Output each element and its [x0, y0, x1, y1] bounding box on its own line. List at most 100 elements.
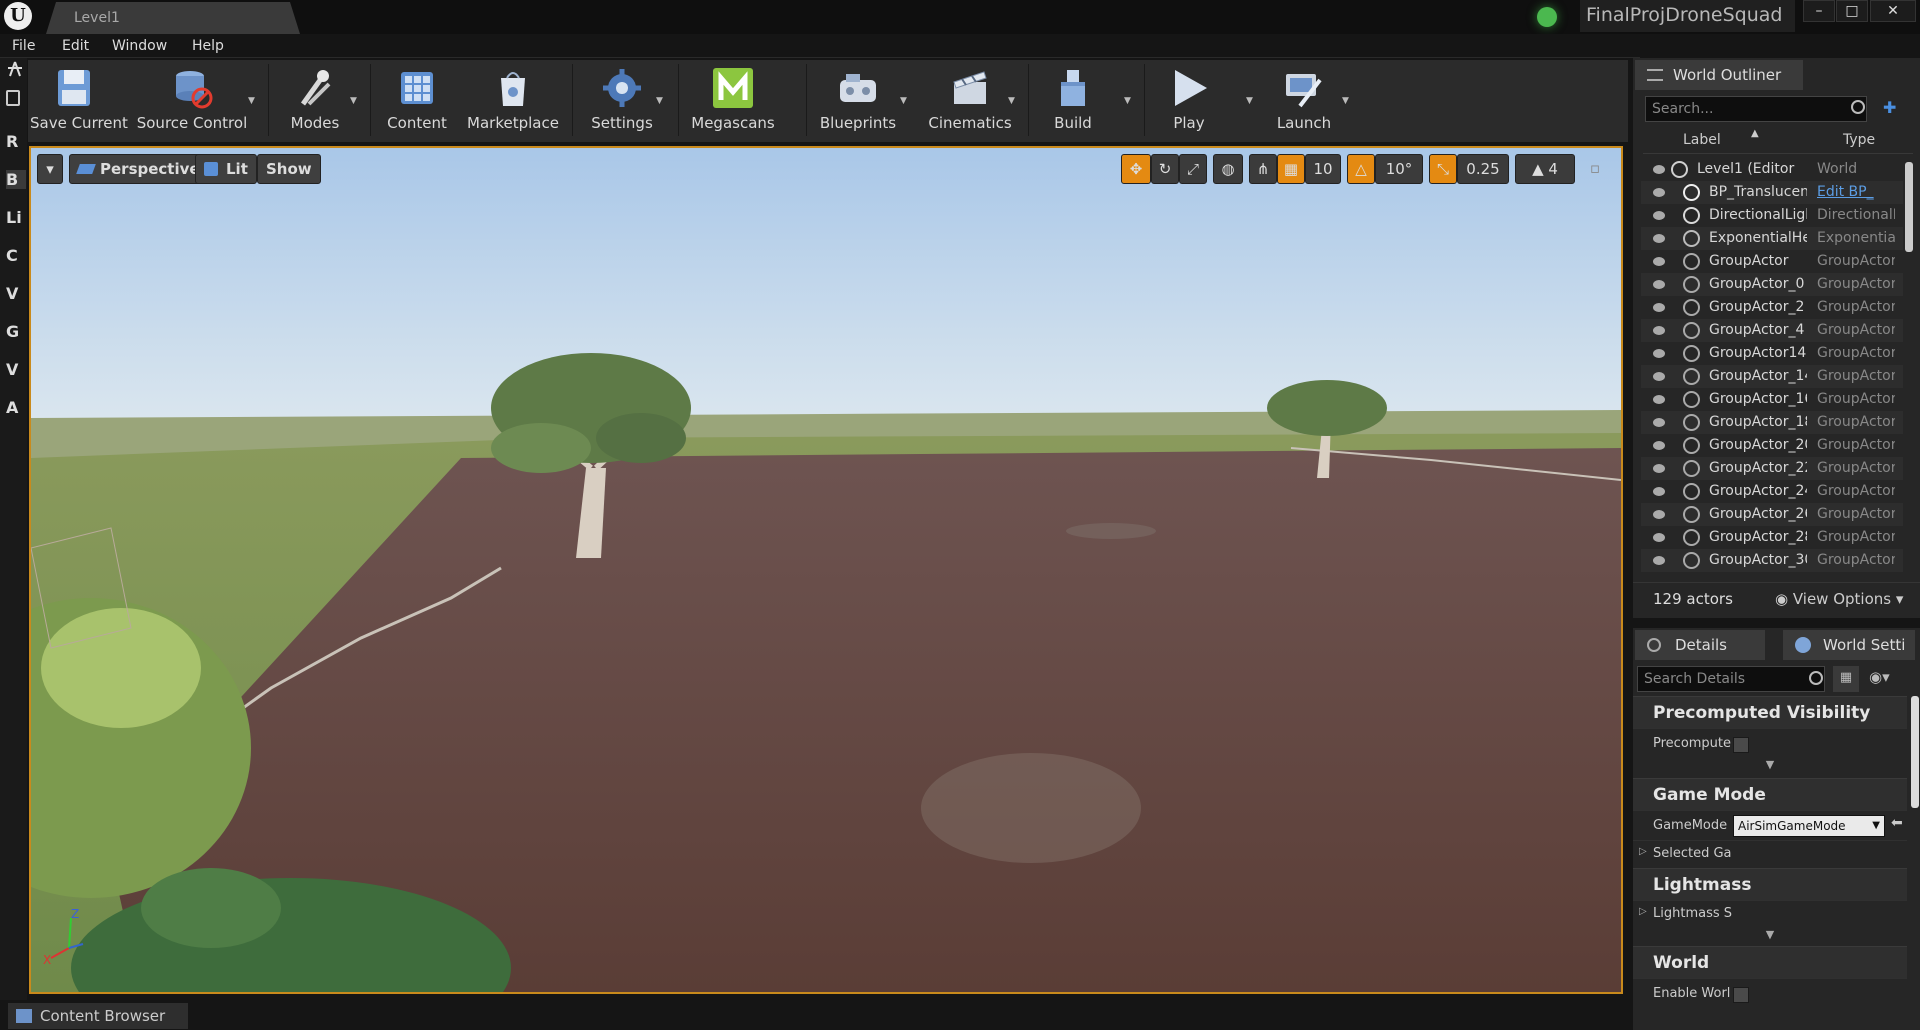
section-precomputed-visibility[interactable]: Precomputed Visibility [1633, 696, 1907, 728]
source-control-status-icon[interactable] [1537, 7, 1557, 27]
gamemode-dropdown[interactable]: AirSimGameMode ▼ [1733, 815, 1885, 837]
precompute-checkbox[interactable] [1733, 737, 1749, 753]
visibility-eye-icon[interactable] [1653, 303, 1665, 312]
scale-tool-icon[interactable]: ⤢ [1179, 154, 1207, 184]
type-column-header[interactable]: Type [1843, 132, 1875, 148]
visibility-eye-icon[interactable] [1653, 556, 1665, 565]
label-column-header[interactable]: Label [1683, 132, 1721, 148]
level-viewport[interactable]: Z X ▾ Perspective Lit Show ✥ ↻ ⤢ ◍ ⋔ ▦ 1… [29, 146, 1623, 994]
outliner-row[interactable]: GroupActor_28 GroupActor [1641, 526, 1903, 549]
outliner-row[interactable]: Level1 (Editor) World [1641, 158, 1903, 181]
settings-dropdown-icon[interactable]: ▼ [656, 96, 663, 106]
build-dropdown-icon[interactable]: ▼ [1124, 96, 1131, 106]
menu-help[interactable]: Help [192, 34, 224, 58]
outliner-row[interactable]: GroupActor_30 GroupActor [1641, 549, 1903, 572]
mode-tab-all-classes[interactable]: A [6, 398, 26, 417]
level-tab[interactable]: Level1 [46, 2, 300, 34]
scale-snap-icon[interactable]: ⤡ [1429, 154, 1457, 184]
modes-button[interactable]: Modes [278, 60, 352, 142]
section-world[interactable]: World [1633, 946, 1907, 978]
view-options-button[interactable]: ◉ View Options ▾ [1775, 590, 1903, 608]
visibility-eye-icon[interactable] [1653, 234, 1665, 243]
visibility-eye-icon[interactable] [1653, 510, 1665, 519]
visibility-eye-icon[interactable] [1653, 395, 1665, 404]
outliner-row[interactable]: GroupActor_20 GroupActor [1641, 434, 1903, 457]
menu-window[interactable]: Window [112, 34, 167, 58]
visibility-eye-icon[interactable] [1653, 487, 1665, 496]
rotation-snap-value[interactable]: 10° [1375, 154, 1423, 184]
outliner-row[interactable]: DirectionalLight DirectionalLight [1641, 204, 1903, 227]
blueprints-dropdown-icon[interactable]: ▼ [900, 96, 907, 106]
modes-dropdown-icon[interactable]: ▼ [350, 96, 357, 106]
outliner-row[interactable]: GroupActor_4 GroupActor [1641, 319, 1903, 342]
minimize-button[interactable]: – [1803, 0, 1835, 22]
lit-button[interactable]: Lit [195, 154, 257, 184]
browse-arrow-icon[interactable]: ⬅ [1891, 815, 1903, 831]
play-button[interactable]: Play [1154, 60, 1224, 142]
outliner-search-input[interactable]: Search... [1645, 96, 1867, 122]
visibility-eye-icon[interactable] [1653, 464, 1665, 473]
visibility-eye-icon[interactable] [1653, 349, 1665, 358]
outliner-row[interactable]: GroupActor14 GroupActor [1641, 342, 1903, 365]
section-game-mode[interactable]: Game Mode [1633, 778, 1907, 810]
visibility-eye-icon[interactable] [1653, 418, 1665, 427]
world-settings-tab[interactable]: World Setti [1783, 630, 1915, 660]
save-current-button[interactable]: Save Current [30, 60, 128, 142]
menu-edit[interactable]: Edit [62, 34, 89, 58]
advanced-expander-icon[interactable]: ▼ [1633, 758, 1907, 776]
marketplace-button[interactable]: Marketplace [464, 60, 562, 142]
edit-blueprint-link[interactable]: Edit BP_ [1817, 181, 1895, 204]
visibility-eye-icon[interactable] [1653, 165, 1665, 174]
mode-tab-lights[interactable]: Li [6, 208, 26, 227]
world-outliner-tab[interactable]: World Outliner [1635, 60, 1803, 90]
visibility-eye-icon[interactable] [1653, 533, 1665, 542]
mode-tab-recent[interactable]: R [6, 132, 26, 151]
scale-snap-value[interactable]: 0.25 [1457, 154, 1509, 184]
property-lightmass-settings[interactable]: ▷ Lightmass S [1633, 900, 1907, 926]
enable-world-checkbox[interactable] [1733, 987, 1749, 1003]
outliner-row[interactable]: ExponentialHeightFog ExponentialHeightFog [1641, 227, 1903, 250]
show-button[interactable]: Show [257, 154, 321, 184]
outliner-row[interactable]: GroupActor_16 GroupActor [1641, 388, 1903, 411]
cinematics-button[interactable]: Cinematics [920, 60, 1020, 142]
world-local-icon[interactable]: ◍ [1213, 154, 1243, 184]
maximize-viewport-icon[interactable]: ▫ [1583, 154, 1607, 184]
play-dropdown-icon[interactable]: ▼ [1246, 96, 1253, 106]
cinematics-dropdown-icon[interactable]: ▼ [1008, 96, 1015, 106]
megascans-button[interactable]: Megascans [688, 60, 778, 142]
outliner-row[interactable]: GroupActor_2 GroupActor [1641, 296, 1903, 319]
menu-file[interactable]: File [12, 34, 35, 58]
visibility-eye-icon[interactable] [1653, 280, 1665, 289]
outliner-scrollbar[interactable] [1905, 162, 1913, 252]
grid-view-icon[interactable]: ▦ [1833, 666, 1859, 692]
visibility-options-icon[interactable]: ◉▾ [1869, 668, 1890, 686]
grid-snap-value[interactable]: 10 [1305, 154, 1341, 184]
outliner-row[interactable]: BP_Translucent Edit BP_ [1641, 181, 1903, 204]
place-mode-icon[interactable] [6, 60, 24, 78]
visibility-eye-icon[interactable] [1653, 441, 1665, 450]
outliner-row[interactable]: GroupActor_18 GroupActor [1641, 411, 1903, 434]
perspective-button[interactable]: Perspective [69, 154, 209, 184]
visibility-eye-icon[interactable] [1653, 188, 1665, 197]
outliner-row[interactable]: GroupActor GroupActor [1641, 250, 1903, 273]
close-button[interactable]: ✕ [1870, 0, 1916, 22]
surface-snap-icon[interactable]: ⋔ [1249, 154, 1277, 184]
grid-snap-icon[interactable]: ▦ [1277, 154, 1305, 184]
source-control-button[interactable]: Source Control [136, 60, 248, 142]
advanced-expander-icon[interactable]: ▼ [1633, 928, 1907, 946]
mode-tab-volumes[interactable]: V [6, 360, 26, 379]
details-tab[interactable]: Details [1635, 630, 1765, 660]
mode-tab-basic[interactable]: B [6, 170, 26, 189]
outliner-row[interactable]: GroupActor_26 GroupActor [1641, 503, 1903, 526]
maximize-button[interactable]: □ [1836, 0, 1868, 22]
details-scrollbar[interactable] [1911, 696, 1919, 808]
rotate-tool-icon[interactable]: ↻ [1151, 154, 1179, 184]
settings-button[interactable]: Settings [582, 60, 662, 142]
camera-speed-button[interactable]: ▲ 4 [1515, 154, 1575, 184]
build-button[interactable]: Build [1038, 60, 1108, 142]
viewport-scene[interactable]: Z X [31, 148, 1621, 992]
visibility-eye-icon[interactable] [1653, 372, 1665, 381]
mode-tab-visual-effects[interactable]: V [6, 284, 26, 303]
rotation-snap-icon[interactable]: △ [1347, 154, 1375, 184]
content-browser-tab[interactable]: Content Browser [8, 1003, 188, 1029]
